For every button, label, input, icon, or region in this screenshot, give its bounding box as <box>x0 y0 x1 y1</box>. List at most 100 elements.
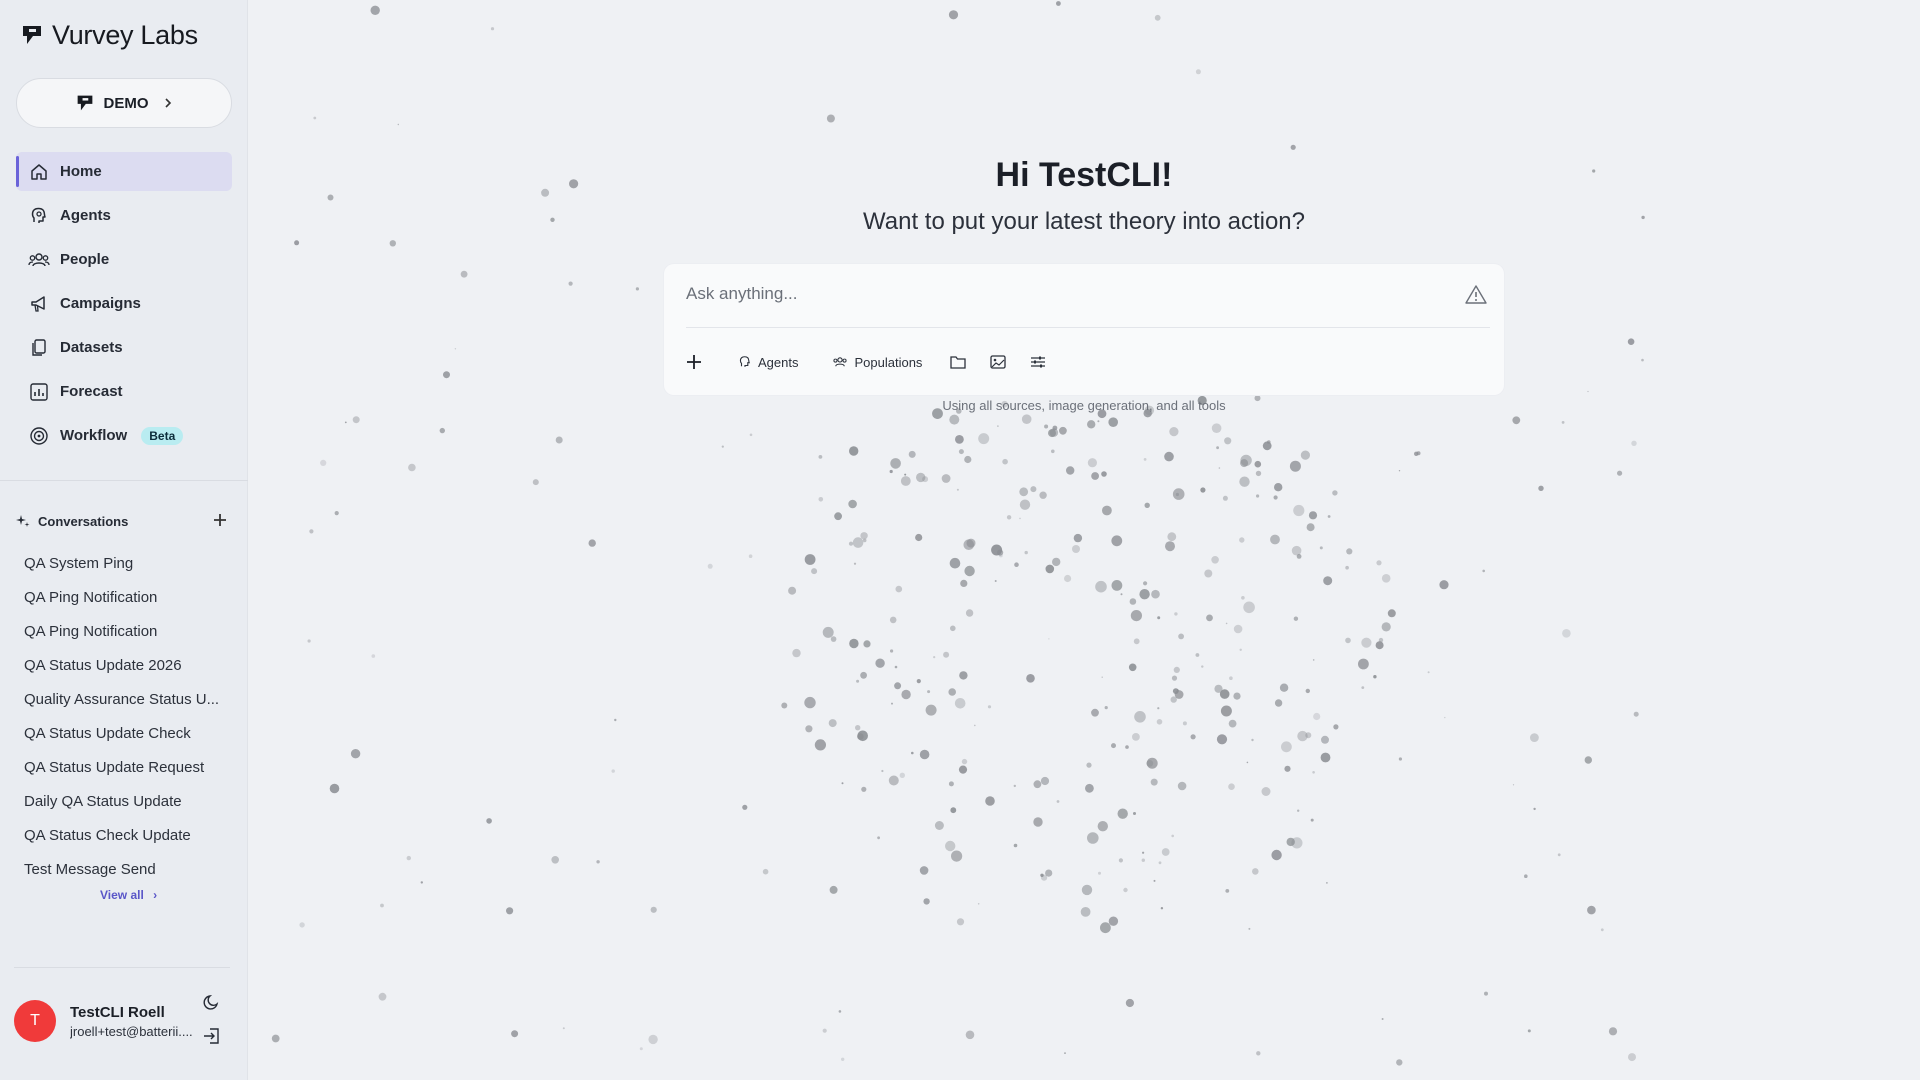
particle-dot <box>1123 887 1128 893</box>
plus-icon <box>214 514 226 526</box>
particle-dot <box>1143 458 1147 461</box>
image-button[interactable] <box>990 355 1007 369</box>
brand-name: Vurvey Labs <box>52 19 198 50</box>
nav-item-people[interactable]: People <box>16 240 232 279</box>
particle-dot <box>1332 490 1338 496</box>
conversation-item[interactable]: QA Status Check Update <box>24 818 224 852</box>
particle-dot <box>1091 708 1099 717</box>
particle-dot <box>964 565 975 577</box>
particle-dot <box>1220 705 1232 717</box>
main-content: Hi TestCLI! Want to put your latest theo… <box>248 0 1920 1080</box>
particle-dot <box>1270 534 1280 545</box>
particle-dot <box>1095 580 1107 593</box>
conversation-item[interactable]: QA Ping Notification <box>24 614 224 648</box>
warning-icon[interactable] <box>1464 283 1488 307</box>
particle-dot <box>950 625 956 632</box>
nav-item-home[interactable]: Home <box>16 152 232 191</box>
particle-dot <box>948 688 956 696</box>
workspace-switcher-button[interactable]: DEMO <box>16 78 232 128</box>
particle-dot <box>908 450 916 458</box>
particle-dot <box>1044 424 1049 429</box>
nav-item-campaigns[interactable]: Campaigns <box>16 284 232 323</box>
particle-dot <box>1139 589 1150 600</box>
particle-dot <box>1165 541 1175 552</box>
particle-dot <box>974 724 976 727</box>
particle-dot <box>1111 743 1116 749</box>
particle-dot <box>271 1034 280 1043</box>
home-icon <box>28 161 50 183</box>
folder-button[interactable] <box>950 355 967 369</box>
conversation-item[interactable]: Quality Assurance Status U... <box>24 682 224 716</box>
particle-dot <box>985 796 995 806</box>
new-conversation-button[interactable] <box>212 510 228 532</box>
particle-dot <box>378 992 387 1001</box>
particle-dot <box>1286 837 1295 847</box>
particle-dot <box>1524 874 1528 878</box>
particle-dot <box>1557 853 1561 857</box>
logout-button[interactable] <box>200 1024 224 1048</box>
agents-button[interactable]: Agents <box>738 355 798 370</box>
nav-item-datasets[interactable]: Datasets <box>16 328 232 367</box>
particle-dot <box>532 479 539 486</box>
settings-button[interactable] <box>1030 355 1046 369</box>
brand-logo[interactable]: Vurvey Labs <box>22 19 198 51</box>
particle-dot <box>804 696 816 709</box>
particle-dot <box>1279 683 1289 692</box>
particle-dot <box>855 725 861 731</box>
populations-button[interactable]: Populations <box>832 355 922 370</box>
particle-dot <box>941 474 951 483</box>
conversation-item[interactable]: QA Status Update Check <box>24 716 224 750</box>
particle-dot <box>849 446 859 456</box>
particle-dot <box>1160 907 1164 910</box>
particle-dot <box>894 682 902 690</box>
chevron-right-icon <box>164 98 171 108</box>
particle-dot <box>1306 523 1315 532</box>
particle-dot <box>1398 757 1402 761</box>
particle-dot <box>1211 556 1219 564</box>
sparkle-icon <box>16 515 30 527</box>
particle-dot <box>307 639 311 643</box>
particle-dot <box>1300 450 1310 460</box>
particle-dot <box>1530 733 1539 742</box>
conversation-list: QA System Ping QA Ping Notification QA P… <box>24 546 224 886</box>
sidebar-footer-divider <box>14 967 230 968</box>
nav-item-workflow[interactable]: Workflow Beta <box>16 416 232 455</box>
particle-dot <box>1345 637 1351 644</box>
particle-dot <box>1182 721 1187 726</box>
conversation-item[interactable]: QA Status Update 2026 <box>24 648 224 682</box>
dark-mode-toggle-button[interactable] <box>200 990 224 1014</box>
chevron-right-icon: › <box>153 888 158 902</box>
particle-dot <box>1243 601 1255 614</box>
particle-dot <box>1241 596 1245 600</box>
nav-label: Datasets <box>60 339 123 356</box>
conversation-item[interactable]: Test Message Send <box>24 852 224 886</box>
particle-dot <box>397 123 399 126</box>
nav-item-forecast[interactable]: Forecast <box>16 372 232 411</box>
conversation-item[interactable]: QA Ping Notification <box>24 580 224 614</box>
particle-dot <box>1641 358 1644 362</box>
add-attachment-button[interactable] <box>686 354 720 370</box>
view-all-conversations-link[interactable]: View all › <box>100 888 157 902</box>
particle-dot <box>635 287 639 291</box>
conversation-item[interactable]: QA Status Update Request <box>24 750 224 784</box>
particle-dot <box>1066 466 1075 475</box>
particle-dot <box>1396 1059 1403 1066</box>
particle-dot <box>555 436 563 444</box>
particle-dot <box>1156 719 1163 725</box>
particle-dot <box>841 1057 845 1062</box>
particle-dot <box>1154 14 1161 21</box>
particle-dot <box>1562 629 1571 638</box>
user-profile[interactable]: T TestCLI Roell jroell+test@batterii.... <box>14 998 230 1044</box>
particle-dot <box>1150 778 1158 786</box>
chat-input[interactable] <box>686 280 1446 308</box>
particle-dot <box>955 435 964 444</box>
conversation-item[interactable]: Daily QA Status Update <box>24 784 224 818</box>
particle-dot <box>1308 511 1318 520</box>
particle-dot <box>1171 675 1178 681</box>
nav-item-agents[interactable]: Agents <box>16 196 232 235</box>
particle-dot <box>1416 451 1421 456</box>
conversation-item[interactable]: QA System Ping <box>24 546 224 580</box>
particle-dot <box>1141 858 1145 862</box>
workflow-icon <box>28 425 50 447</box>
particle-dot <box>958 449 964 455</box>
